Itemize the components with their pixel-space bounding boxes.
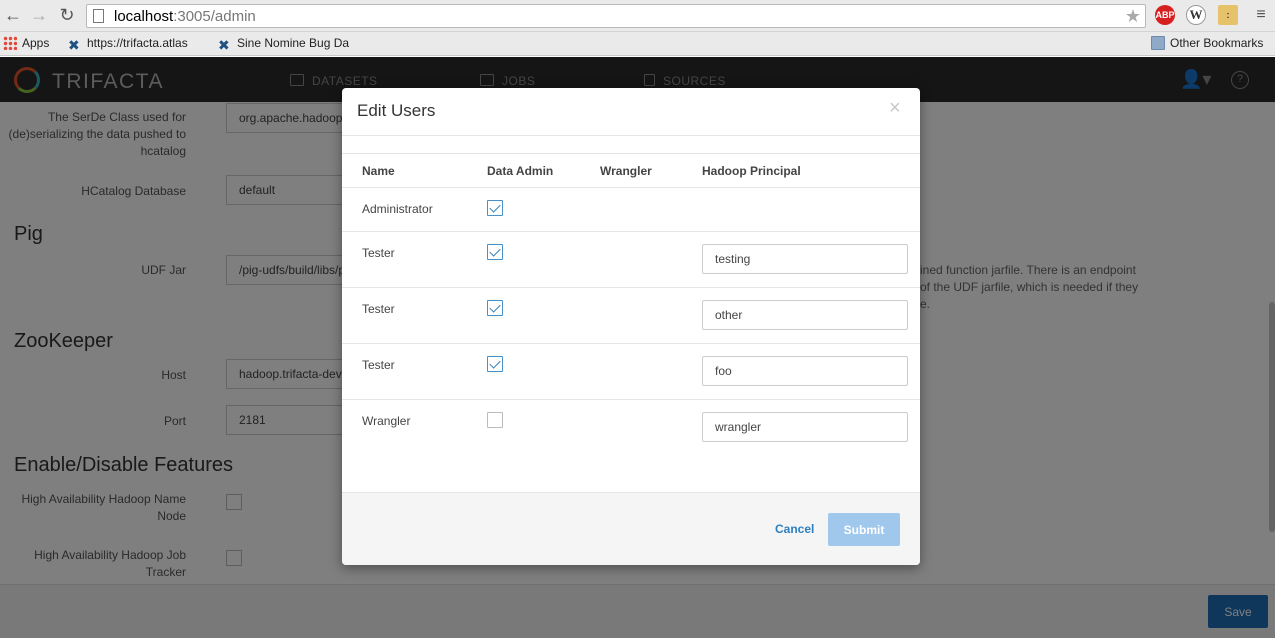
browser-toolbar: ← → ↻ localhost:3005/admin ★ ABP W : ≡ [0,0,1275,32]
user-name: Administrator [362,202,433,216]
address-bar[interactable]: localhost:3005/admin ★ [86,4,1146,28]
page-icon [93,9,104,23]
column-header-wrangler: Wrangler [600,164,652,178]
bug-icon: ✖ [218,37,230,53]
extension-w-icon[interactable]: W [1186,5,1206,25]
edit-users-modal: Edit Users × Name Data Admin Wrangler Ha… [342,88,920,565]
user-name: Wrangler [362,414,411,428]
column-header-data-admin: Data Admin [487,164,554,178]
bookmark-atlassian[interactable]: ✖ https://trifacta.atlas [68,36,188,52]
user-name: Tester [362,358,395,372]
table-row: Tester [342,287,920,343]
hadoop-principal-input[interactable] [702,244,908,274]
reload-icon[interactable]: ↻ [56,4,78,26]
apps-grid-icon [3,36,17,50]
table-divider [342,153,920,154]
table-row: Administrator [342,187,920,231]
adblock-extension-icon[interactable]: ABP [1155,5,1175,25]
table-row: Wrangler [342,399,920,455]
submit-button[interactable]: Submit [828,513,900,546]
data-admin-checkbox[interactable] [487,356,503,372]
data-admin-checkbox[interactable] [487,244,503,260]
data-admin-checkbox[interactable] [487,412,503,428]
modal-footer: Cancel Submit [342,492,920,565]
hadoop-principal-input[interactable] [702,356,908,386]
menu-icon[interactable]: ≡ [1250,4,1272,26]
close-icon[interactable]: × [889,98,901,118]
hadoop-principal-input[interactable] [702,300,908,330]
modal-title: Edit Users [357,101,436,120]
forward-arrow-icon[interactable]: → [28,4,50,26]
bookmarks-bar: Apps ✖ https://trifacta.atlas ✖ Sine Nomin… [0,32,1275,56]
bookmark-apps[interactable]: Apps [3,36,49,50]
user-name: Tester [362,302,395,316]
data-admin-checkbox[interactable] [487,200,503,216]
bookmark-star-icon[interactable]: ★ [1125,6,1141,27]
column-header-name: Name [362,164,395,178]
table-row: Tester [342,231,920,287]
bookmark-other[interactable]: Other Bookmarks [1151,36,1263,50]
folder-icon [1151,36,1165,50]
atlassian-icon: ✖ [68,37,80,53]
extension-face-icon[interactable]: : [1218,5,1238,25]
modal-header: Edit Users × [342,88,920,136]
data-admin-checkbox[interactable] [487,300,503,316]
table-row: Tester [342,343,920,399]
column-header-principal: Hadoop Principal [702,164,801,178]
cancel-button[interactable]: Cancel [775,522,814,536]
bookmark-sine-nomine[interactable]: ✖ Sine Nomine Bug Da [218,36,349,52]
back-arrow-icon[interactable]: ← [2,4,24,26]
user-name: Tester [362,246,395,260]
hadoop-principal-input[interactable] [702,412,908,442]
url-text: localhost:3005/admin [114,8,256,25]
